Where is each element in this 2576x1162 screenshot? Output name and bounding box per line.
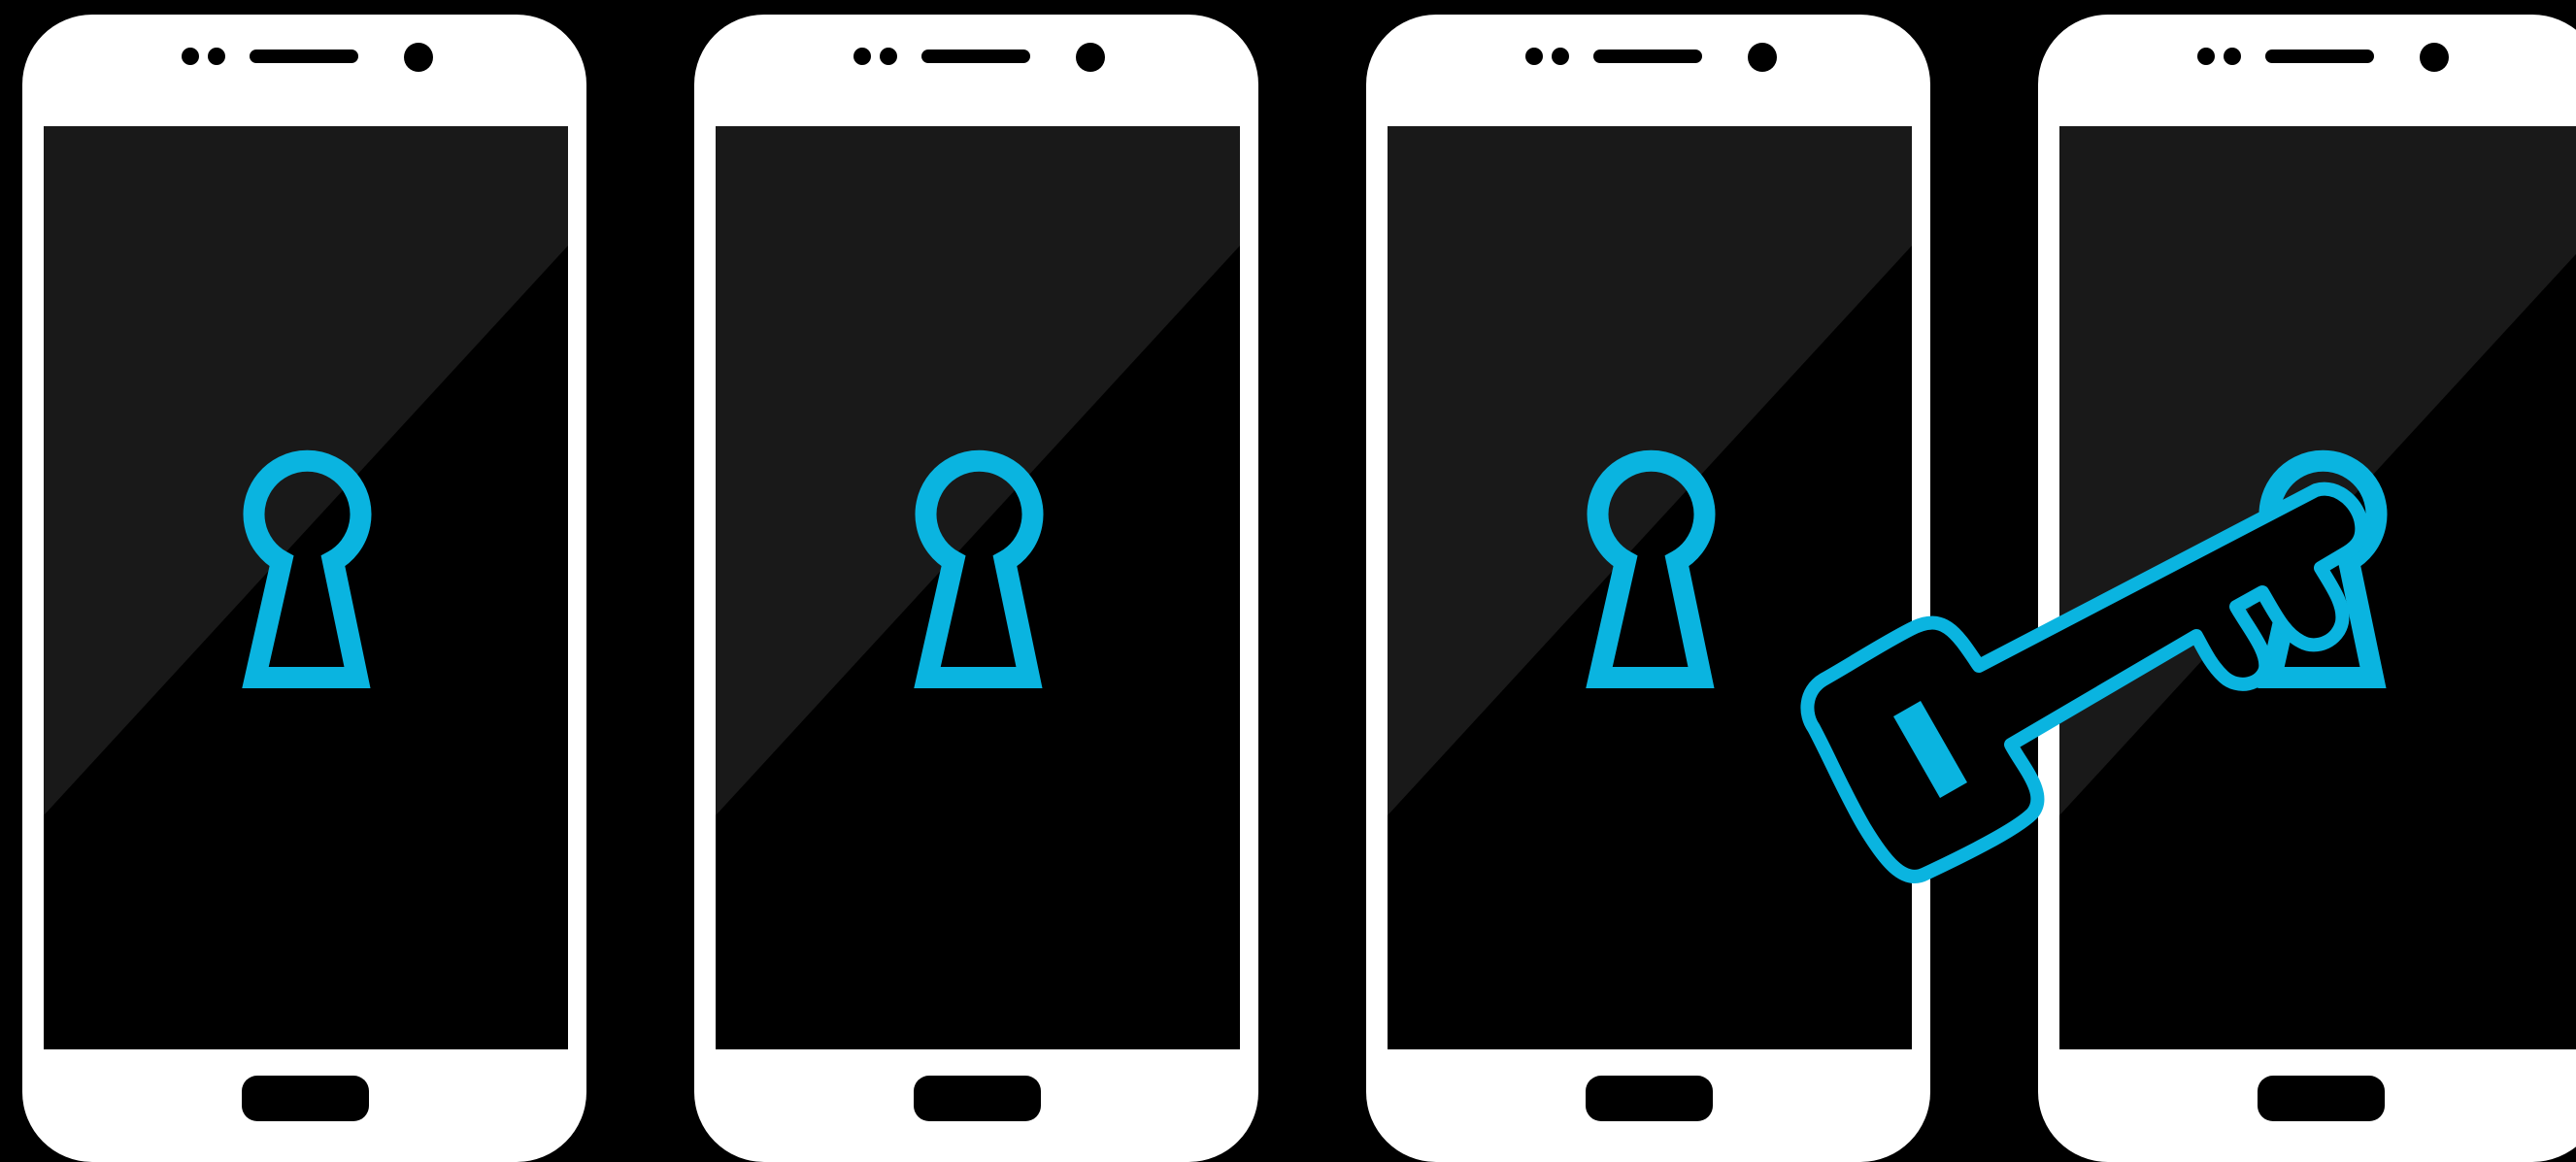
phone-2 [694, 15, 1258, 1162]
phone-1 [22, 15, 586, 1162]
phone-3 [1366, 15, 1930, 1162]
phone-lock-illustration [0, 0, 2576, 1162]
